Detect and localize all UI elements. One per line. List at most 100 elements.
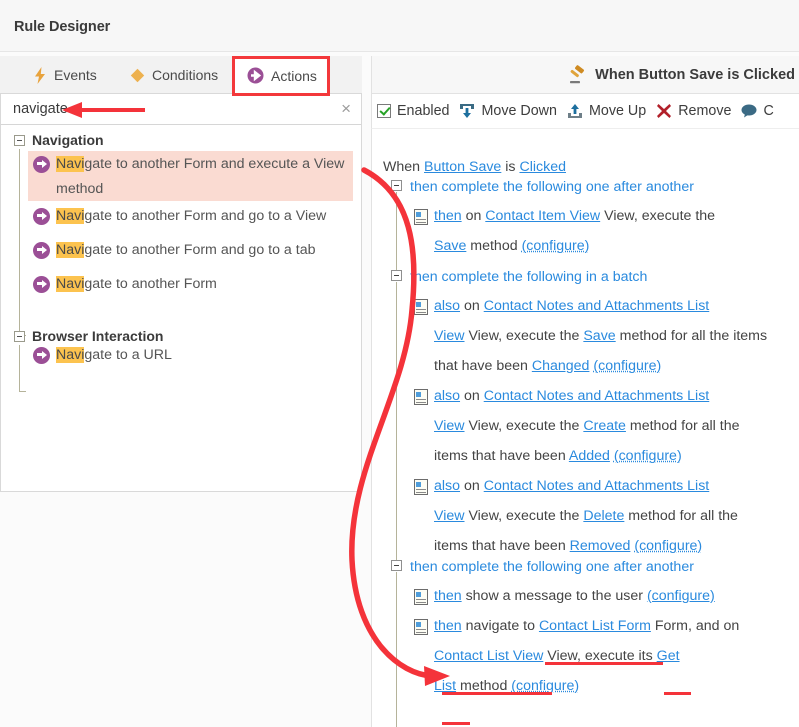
comment-button[interactable]: C	[741, 103, 774, 119]
enabled-checkbox[interactable]: Enabled	[377, 103, 449, 119]
group-connector-1	[396, 192, 397, 280]
tree-item-label: gate to another Form and go to a tab	[84, 242, 316, 258]
clear-search-icon[interactable]: ×	[341, 100, 351, 118]
move-up-button[interactable]: Move Up	[567, 103, 646, 119]
a1-configure-link[interactable]: (configure)	[522, 238, 590, 254]
group-expander-2[interactable]	[391, 270, 402, 281]
a1-t2: View, execute the	[600, 208, 716, 224]
a2-method-link[interactable]: Save	[583, 328, 615, 344]
pane-splitter[interactable]	[362, 56, 729, 492]
checkbox-checked-icon[interactable]	[377, 104, 391, 118]
action-doc-icon	[414, 479, 428, 495]
a6-form-link[interactable]: Contact List Form	[539, 618, 651, 634]
a4-view-link-part2[interactable]: View	[434, 508, 465, 524]
arrow-circle-icon	[33, 156, 50, 173]
comment-bubble-icon	[741, 104, 757, 118]
a4-keyword-link[interactable]: also	[434, 478, 460, 494]
rule-header-title: When Button Save is Clicked	[595, 66, 795, 83]
a2-view-link-part1[interactable]: Contact Notes and Attachments List	[484, 298, 710, 314]
group-label-2[interactable]: then complete the following in a batch	[410, 267, 647, 287]
a1-t1: on	[461, 208, 486, 224]
tree-connector-elbow	[19, 391, 26, 392]
actions-palette-pane: Events Conditions Actions navigate × Nav…	[0, 56, 362, 492]
a3-configure-link[interactable]: (configure)	[614, 448, 682, 464]
remove-label: Remove	[678, 103, 732, 119]
action-doc-icon	[414, 209, 428, 225]
a3-state-link[interactable]: Added	[569, 448, 610, 464]
arrow-circle-icon	[33, 276, 50, 293]
move-down-label: Move Down	[481, 103, 557, 119]
a6-t2: Form, and on	[650, 618, 740, 634]
a2-state-link[interactable]: Changed	[532, 358, 590, 374]
search-input[interactable]	[11, 98, 311, 120]
tree-item-label: gate to another Form	[84, 276, 217, 292]
comment-label: C	[763, 103, 774, 119]
a5-keyword-link[interactable]: then	[434, 588, 462, 604]
action-line-6: then navigate to Contact List Form Form,…	[434, 611, 786, 701]
tree-item-label: gate to a URL	[84, 347, 172, 363]
a4-state-link[interactable]: Removed	[570, 538, 631, 554]
tree-connector-line	[19, 149, 20, 335]
action-line-2: also on Contact Notes and Attachments Li…	[434, 291, 786, 381]
tree-item-navigate-form-execute-view-method[interactable]: Navigate to another Form and execute a V…	[56, 152, 351, 202]
tab-conditions[interactable]: Conditions	[118, 56, 230, 94]
when-subject-link[interactable]: Button Save	[424, 159, 501, 175]
tree-item-navigate-form-go-to-tab[interactable]: Navigate to another Form and go to a tab	[56, 238, 316, 263]
tree-item-navigate-to-url[interactable]: Navigate to a URL	[56, 343, 172, 368]
group-label-1[interactable]: then complete the following one after an…	[410, 177, 694, 197]
arrow-circle-icon	[33, 242, 50, 259]
a4-view-link-part1[interactable]: Contact Notes and Attachments List	[484, 478, 710, 494]
a2-view-link-part2[interactable]: View	[434, 328, 465, 344]
when-event-link[interactable]: Clicked	[519, 159, 566, 175]
move-up-label: Move Up	[588, 103, 647, 119]
a3-t3: method for all the	[625, 418, 740, 434]
a4-configure-link[interactable]: (configure)	[634, 538, 702, 554]
action-doc-icon	[414, 619, 428, 635]
arrow-circle-icon	[33, 347, 50, 364]
tree-item-navigate-form[interactable]: Navigate to another Form	[56, 272, 217, 297]
a2-keyword-link[interactable]: also	[434, 298, 460, 314]
tab-events[interactable]: Events	[22, 56, 109, 94]
palette-search-row: ×	[0, 94, 362, 125]
window-titlebar: Rule Designer	[0, 0, 799, 52]
a6-keyword-link[interactable]: then	[434, 618, 462, 634]
a2-t3: method for all the items	[615, 328, 768, 344]
annotation-underline-get	[664, 692, 691, 695]
annotation-underline-contact-list-view	[442, 692, 552, 695]
a1-view-link[interactable]: Contact Item View	[485, 208, 600, 224]
a5-configure-link[interactable]: (configure)	[647, 588, 715, 604]
a3-view-link-part2[interactable]: View	[434, 418, 465, 434]
a4-t3: method for all the	[624, 508, 738, 524]
tree-group-expander-navigation[interactable]	[14, 135, 25, 146]
a1-keyword-link[interactable]: then	[434, 208, 462, 224]
a2-configure-link[interactable]: (configure)	[593, 358, 661, 374]
actions-tree[interactable]: Navigation Navigate to another Form and …	[0, 125, 362, 492]
group-label-3[interactable]: then complete the following one after an…	[410, 557, 694, 577]
a3-keyword-link[interactable]: also	[434, 388, 460, 404]
tree-group-expander-browser-interaction[interactable]	[14, 331, 25, 342]
remove-button[interactable]: Remove	[656, 103, 731, 119]
enabled-label: Enabled	[397, 103, 450, 119]
diamond-icon	[130, 68, 145, 83]
move-down-button[interactable]: Move Down	[459, 103, 557, 119]
tree-group-label-browser-interaction: Browser Interaction	[32, 328, 164, 344]
a3-method-link[interactable]: Create	[583, 418, 626, 434]
move-up-icon	[567, 103, 583, 119]
tab-conditions-label: Conditions	[152, 67, 219, 83]
a1-method-link[interactable]: Save	[434, 238, 466, 254]
action-line-5: then show a message to the user (configu…	[434, 581, 786, 611]
a2-t4: that have been	[434, 358, 532, 374]
tree-item-navigate-form-go-to-view[interactable]: Navigate to another Form and go to a Vie…	[56, 204, 326, 229]
tab-actions[interactable]: Actions	[234, 56, 330, 95]
move-down-icon	[459, 103, 475, 119]
a3-view-link-part1[interactable]: Contact Notes and Attachments List	[484, 388, 710, 404]
a6-view-link[interactable]: Contact List View	[434, 648, 543, 664]
a2-t1: on	[460, 298, 484, 314]
a4-method-link[interactable]: Delete	[583, 508, 624, 524]
group-expander-1[interactable]	[391, 180, 402, 191]
a4-t2: View, execute the	[464, 508, 584, 524]
palette-tabbar: Events Conditions Actions	[0, 56, 362, 95]
group-expander-3[interactable]	[391, 560, 402, 571]
gavel-icon	[566, 64, 586, 85]
rule-when-line: When Button Save is Clicked	[383, 157, 566, 177]
